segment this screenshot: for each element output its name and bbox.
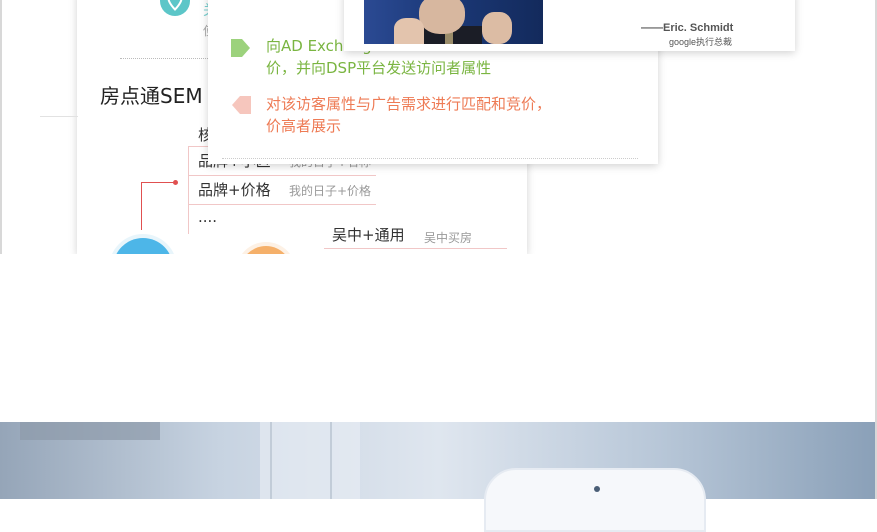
phone-camera-dot [594, 486, 600, 492]
connector-line [141, 182, 176, 183]
photo-detail [394, 18, 424, 44]
keyword-row: 品牌+价格 我的日子+价格 [188, 175, 376, 202]
phone-device-image [484, 468, 706, 532]
step-text-line: 对该访客属性与广告需求进行匹配和竞价， [266, 95, 552, 113]
arrow-right-icon [231, 37, 251, 63]
photo-detail [482, 12, 512, 44]
hero-shape [20, 422, 160, 440]
step-text-line: 价高者展示 [266, 117, 342, 135]
hero-shape [260, 422, 360, 499]
divider [40, 116, 78, 117]
step-text-red: 对该访客属性与广告需求进行匹配和竞价， 价高者展示 [266, 93, 551, 137]
photo-detail [419, 0, 465, 34]
connector-line [141, 182, 142, 230]
keyword-main: .... [198, 208, 218, 226]
portrait-photo [364, 0, 543, 44]
connector-dot [173, 180, 178, 185]
signature-name: ——Eric. Schmidt [641, 22, 734, 34]
arrow-left-icon [231, 94, 251, 120]
step-text-line: 价，并向DSP平台发送访问者属性 [266, 59, 492, 77]
white-section [0, 254, 877, 422]
hero-shape [270, 422, 272, 499]
hero-image-band [0, 422, 877, 499]
divider [222, 158, 638, 159]
sem-heading: 房点通SEM [100, 84, 203, 108]
keyword-main: 吴中+通用 [332, 226, 405, 244]
keyword-row-wuzhong: 吴中+通用 吴中买房 [324, 222, 507, 249]
hero-shape [330, 422, 332, 499]
keyword-sub: 吴中买房 [424, 231, 473, 245]
signature-title: google执行总裁 [669, 37, 733, 47]
keyword-main: 品牌+价格 [198, 181, 271, 199]
keyword-sub: 我的日子+价格 [289, 184, 372, 198]
